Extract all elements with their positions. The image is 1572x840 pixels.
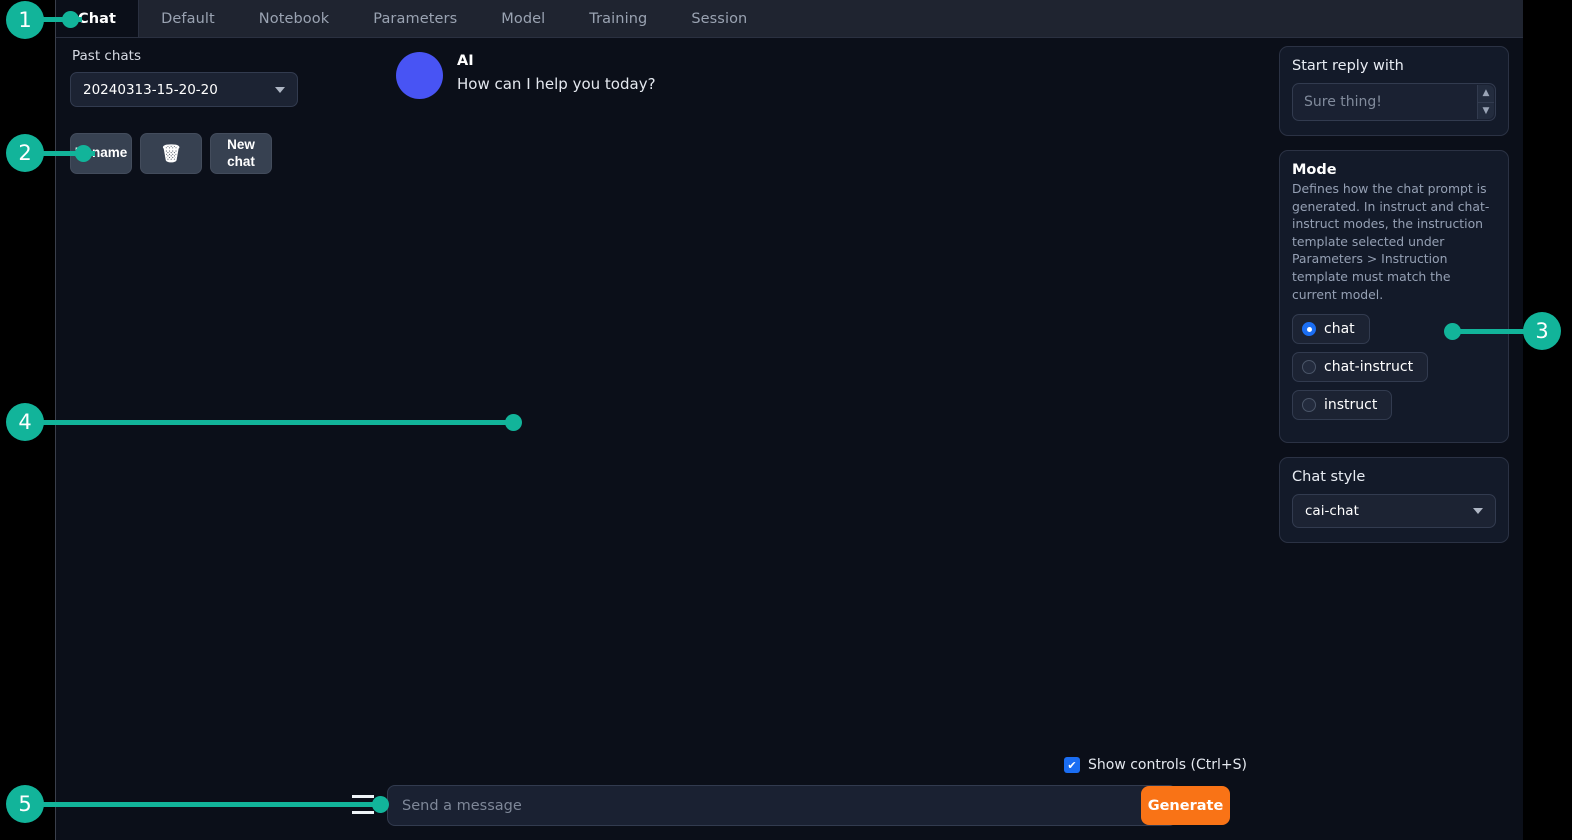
annotation-badge-1: 1 (6, 1, 44, 39)
mode-title: Mode (1292, 162, 1337, 178)
tab-default-label: Default (161, 10, 215, 27)
tab-parameters-label: Parameters (373, 10, 458, 27)
wastebasket-icon: 🗑 (160, 143, 182, 163)
tab-training[interactable]: Training (567, 0, 669, 37)
radio-unselected-icon (1302, 360, 1316, 375)
screenshot-root: Chat Default Notebook Parameters Model T… (0, 0, 1572, 840)
tab-model-label: Model (501, 10, 546, 27)
annotation-line-4 (40, 420, 518, 425)
past-chats-actions: Rename 🗑 New chat (70, 133, 272, 174)
start-reply-input[interactable]: Sure thing! ▲ ▼ (1292, 83, 1496, 121)
chat-style-title: Chat style (1292, 469, 1366, 486)
tab-model[interactable]: Model (479, 0, 567, 37)
tab-notebook[interactable]: Notebook (237, 0, 351, 37)
annotation-badge-4: 4 (6, 403, 44, 441)
mode-option-instruct[interactable]: instruct (1292, 390, 1393, 421)
past-chats-selected-value: 20240313-15-20-20 (83, 81, 218, 98)
tab-session[interactable]: Session (669, 0, 769, 37)
annotation-dot-3 (1444, 323, 1461, 340)
annotation-line-3 (1452, 329, 1530, 334)
annotation-dot-2 (75, 145, 92, 162)
tab-session-label: Session (691, 10, 748, 27)
annotation-badge-3: 3 (1523, 312, 1561, 350)
annotation-badge-5: 5 (6, 785, 44, 823)
mode-option-instruct-label: instruct (1324, 397, 1378, 414)
chat-style-card: Chat style cai-chat (1279, 457, 1509, 544)
chevron-down-icon[interactable]: ▼ (1478, 101, 1494, 120)
annotation-line-5 (40, 802, 380, 807)
chat-style-selected-value: cai-chat (1305, 503, 1359, 520)
mode-card: Mode Defines how the chat prompt is gene… (1279, 150, 1509, 444)
annotation-dot-1 (62, 11, 79, 28)
tab-notebook-label: Notebook (258, 10, 330, 27)
tab-chat-label: Chat (78, 10, 117, 27)
start-reply-placeholder: Sure thing! (1304, 94, 1382, 110)
start-reply-title: Start reply with (1292, 58, 1404, 74)
message-text: How can I help you today? (457, 75, 656, 93)
mode-description: Defines how the chat prompt is generated… (1292, 181, 1490, 302)
mode-option-chat-instruct[interactable]: chat-instruct (1292, 352, 1429, 383)
annotation-tick-5-bottom (352, 811, 374, 814)
mode-option-chat-instruct-label: chat-instruct (1324, 359, 1414, 376)
delete-chat-button[interactable]: 🗑 (140, 133, 202, 174)
checkbox-checked-icon[interactable]: ✔ (1064, 757, 1080, 773)
radio-selected-icon (1302, 322, 1316, 337)
generate-button[interactable]: Generate (1141, 786, 1230, 825)
tab-default[interactable]: Default (139, 0, 237, 37)
avatar (396, 52, 443, 99)
chat-style-dropdown[interactable]: cai-chat (1292, 494, 1496, 529)
message-input[interactable]: Send a message ▲ ▼ (387, 785, 1177, 826)
mode-option-chat[interactable]: chat (1292, 314, 1370, 345)
tab-bar: Chat Default Notebook Parameters Model T… (56, 0, 1523, 38)
chevron-down-icon (275, 86, 285, 93)
tab-training-label: Training (589, 10, 648, 27)
chevron-down-icon (1473, 508, 1483, 515)
message-input-placeholder: Send a message (402, 797, 522, 814)
new-chat-button[interactable]: New chat (210, 133, 272, 174)
annotation-tick-5-top (352, 795, 374, 798)
start-reply-card: Start reply with Sure thing! ▲ ▼ (1279, 46, 1509, 136)
radio-unselected-icon (1302, 398, 1316, 413)
annotation-badge-2: 2 (6, 134, 44, 172)
chat-message: AI How can I help you today? (396, 48, 1296, 99)
chat-transcript: AI How can I help you today? (396, 48, 1296, 99)
message-sender-name: AI (457, 53, 474, 69)
controls-sidebar: Start reply with Sure thing! ▲ ▼ Mode De… (1279, 46, 1509, 557)
start-reply-spinners[interactable]: ▲ ▼ (1477, 85, 1494, 119)
tab-parameters[interactable]: Parameters (351, 0, 479, 37)
past-chats-label: Past chats (72, 48, 142, 64)
show-controls-toggle[interactable]: ✔ Show controls (Ctrl+S) (1064, 757, 1247, 773)
chevron-up-icon[interactable]: ▲ (1478, 85, 1494, 102)
mode-option-chat-label: chat (1324, 321, 1355, 338)
past-chats-section: Past chats 20240313-15-20-20 (70, 48, 370, 107)
annotation-dot-4 (505, 414, 522, 431)
past-chats-dropdown[interactable]: 20240313-15-20-20 (70, 72, 298, 107)
show-controls-label: Show controls (Ctrl+S) (1088, 757, 1247, 773)
message-body: AI How can I help you today? (457, 48, 656, 93)
annotation-dot-5 (372, 796, 389, 813)
